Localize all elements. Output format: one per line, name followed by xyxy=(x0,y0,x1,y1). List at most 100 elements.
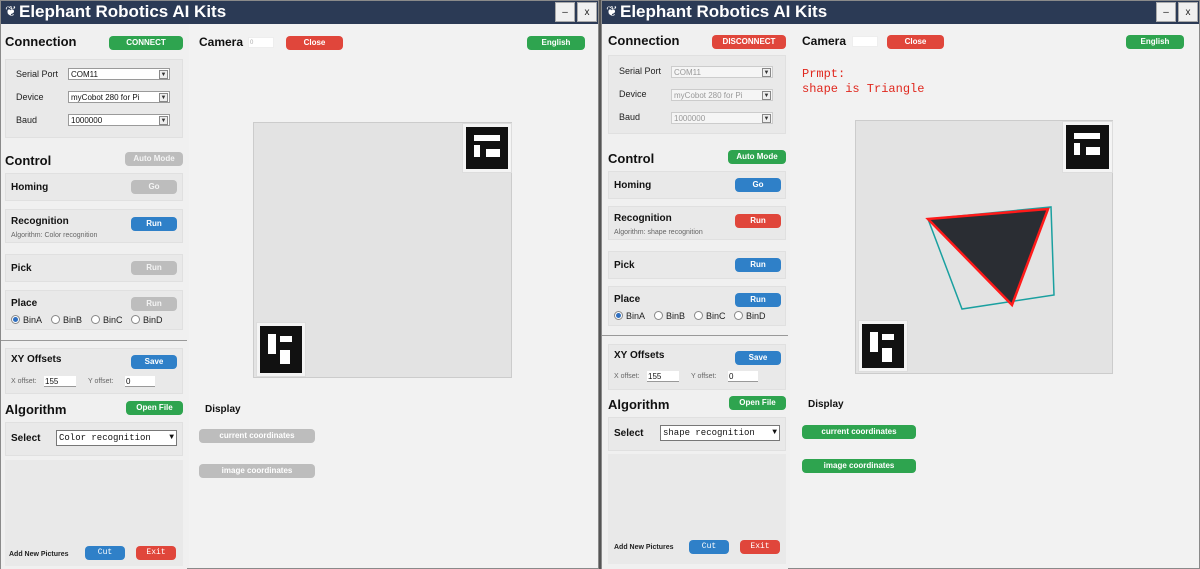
bin-d-radio[interactable] xyxy=(131,315,140,324)
y-offset-input[interactable]: 0 xyxy=(728,371,758,382)
bin-b-radio[interactable] xyxy=(654,311,663,320)
camera-area: Camera Close English Prmpt: shape is Tri… xyxy=(790,24,1199,568)
elephant-icon: ❦ xyxy=(606,3,618,19)
marker-body xyxy=(466,127,508,169)
camera-close-button[interactable]: Close xyxy=(286,36,343,50)
bin-d-label: BinD xyxy=(746,311,766,321)
marker-cell xyxy=(474,145,480,157)
minimize-button[interactable]: – xyxy=(1156,2,1176,22)
add-pictures-label: Add New Pictures xyxy=(9,551,69,558)
current-coordinates-button[interactable]: current coordinates xyxy=(199,429,315,443)
y-offset-label: Y offset: xyxy=(691,373,717,380)
camera-index-input[interactable]: 0 xyxy=(248,37,274,48)
close-window-button[interactable]: x xyxy=(1178,2,1198,22)
camera-index-input[interactable] xyxy=(852,36,878,47)
language-button[interactable]: English xyxy=(527,36,585,50)
language-button[interactable]: English xyxy=(1126,35,1184,49)
place-run-button[interactable]: Run xyxy=(131,297,177,311)
bin-a-label: BinA xyxy=(626,311,646,321)
cut-button[interactable]: Cut xyxy=(689,540,729,554)
window-left: ❦ Elephant Robotics AI Kits – x Connecti… xyxy=(0,0,599,569)
cut-button[interactable]: Cut xyxy=(85,546,125,560)
recognition-run-button[interactable]: Run xyxy=(131,217,177,231)
place-run-button[interactable]: Run xyxy=(735,293,781,307)
exit-button[interactable]: Exit xyxy=(136,546,176,560)
prompt-label: Prmpt: xyxy=(802,67,846,81)
algorithm-select-panel: Select Color recognition ▼ xyxy=(5,422,183,456)
bin-d-label: BinD xyxy=(143,315,163,325)
exit-button[interactable]: Exit xyxy=(740,540,780,554)
open-file-button[interactable]: Open File xyxy=(729,396,786,410)
algorithm-title: Algorithm xyxy=(608,397,670,412)
recognition-label: Recognition xyxy=(11,216,69,227)
x-offset-input[interactable]: 155 xyxy=(44,376,76,387)
save-button[interactable]: Save xyxy=(131,355,177,369)
image-coordinates-button[interactable]: image coordinates xyxy=(199,464,315,478)
auto-mode-button[interactable]: Auto Mode xyxy=(728,150,786,164)
algorithm-select[interactable]: shape recognition ▼ xyxy=(660,425,780,441)
place-label: Place xyxy=(614,294,641,305)
serial-port-value: COM11 xyxy=(71,70,98,79)
recognition-run-button[interactable]: Run xyxy=(735,214,781,228)
chevron-down-icon: ▼ xyxy=(169,433,174,442)
baud-select[interactable]: 1000000 ▼ xyxy=(68,114,170,126)
pick-panel: Pick Run xyxy=(5,254,183,282)
go-button[interactable]: Go xyxy=(131,180,177,194)
auto-mode-button[interactable]: Auto Mode xyxy=(125,152,183,166)
x-offset-input[interactable]: 155 xyxy=(647,371,679,382)
bin-b-radio[interactable] xyxy=(51,315,60,324)
pick-panel: Pick Run xyxy=(608,251,786,279)
connection-panel: Serial Port COM11 ▼ Device myCobot 280 fo… xyxy=(5,59,183,138)
bin-c-radio[interactable] xyxy=(694,311,703,320)
device-select[interactable]: myCobot 280 for Pi ▼ xyxy=(68,91,170,103)
serial-port-label: Serial Port xyxy=(619,66,662,76)
disconnect-button[interactable]: DISCONNECT xyxy=(712,35,786,49)
camera-close-button[interactable]: Close xyxy=(887,35,944,49)
image-coordinates-button[interactable]: image coordinates xyxy=(802,459,916,473)
device-label: Device xyxy=(16,92,44,102)
titlebar[interactable]: ❦ Elephant Robotics AI Kits – x xyxy=(602,1,1199,24)
bin-d-radio[interactable] xyxy=(734,311,743,320)
bin-a-label: BinA xyxy=(23,315,43,325)
chevron-down-icon: ▼ xyxy=(159,116,168,125)
offsets-panel: XY Offsets Save X offset: 155 Y offset: … xyxy=(5,348,183,394)
algorithm-select-value: shape recognition xyxy=(663,428,755,438)
close-window-button[interactable]: x xyxy=(577,2,597,22)
pick-run-button[interactable]: Run xyxy=(131,261,177,275)
divider xyxy=(602,335,788,336)
connection-title: Connection xyxy=(5,34,77,49)
go-button[interactable]: Go xyxy=(735,178,781,192)
baud-select[interactable]: 1000000 ▼ xyxy=(671,112,773,124)
save-button[interactable]: Save xyxy=(735,351,781,365)
algorithm-select[interactable]: Color recognition ▼ xyxy=(56,430,177,446)
app-title: Elephant Robotics AI Kits xyxy=(19,2,227,21)
bin-a-radio[interactable] xyxy=(11,315,20,324)
connect-button[interactable]: CONNECT xyxy=(109,36,183,50)
bin-a-radio[interactable] xyxy=(614,311,623,320)
titlebar[interactable]: ❦ Elephant Robotics AI Kits – x xyxy=(1,1,598,24)
connection-title: Connection xyxy=(608,33,680,48)
place-panel: Place Run BinA BinB BinC BinD xyxy=(608,286,786,326)
bin-c-radio[interactable] xyxy=(91,315,100,324)
camera-area: Camera 0 Close English Display current c… xyxy=(189,24,598,568)
y-offset-label: Y offset: xyxy=(88,378,114,385)
chevron-down-icon: ▼ xyxy=(159,93,168,102)
serial-port-select[interactable]: COM11 ▼ xyxy=(68,68,170,80)
pick-label: Pick xyxy=(11,263,32,274)
current-coordinates-button[interactable]: current coordinates xyxy=(802,425,916,439)
x-offset-label: X offset: xyxy=(11,378,37,385)
device-select[interactable]: myCobot 280 for Pi ▼ xyxy=(671,89,773,101)
algorithm-select-panel: Select shape recognition ▼ xyxy=(608,417,786,451)
pick-run-button[interactable]: Run xyxy=(735,258,781,272)
minimize-button[interactable]: – xyxy=(555,2,575,22)
marker-body xyxy=(260,326,302,373)
pick-label: Pick xyxy=(614,260,635,271)
serial-port-select[interactable]: COM11 ▼ xyxy=(671,66,773,78)
bin-b-label: BinB xyxy=(666,311,686,321)
open-file-button[interactable]: Open File xyxy=(126,401,183,415)
offsets-title: XY Offsets xyxy=(11,354,62,365)
chevron-down-icon: ▼ xyxy=(159,70,168,79)
y-offset-input[interactable]: 0 xyxy=(125,376,155,387)
window-right: ❦ Elephant Robotics AI Kits – x Connecti… xyxy=(601,0,1200,569)
pictures-area: Add New Pictures Cut Exit xyxy=(608,454,786,564)
